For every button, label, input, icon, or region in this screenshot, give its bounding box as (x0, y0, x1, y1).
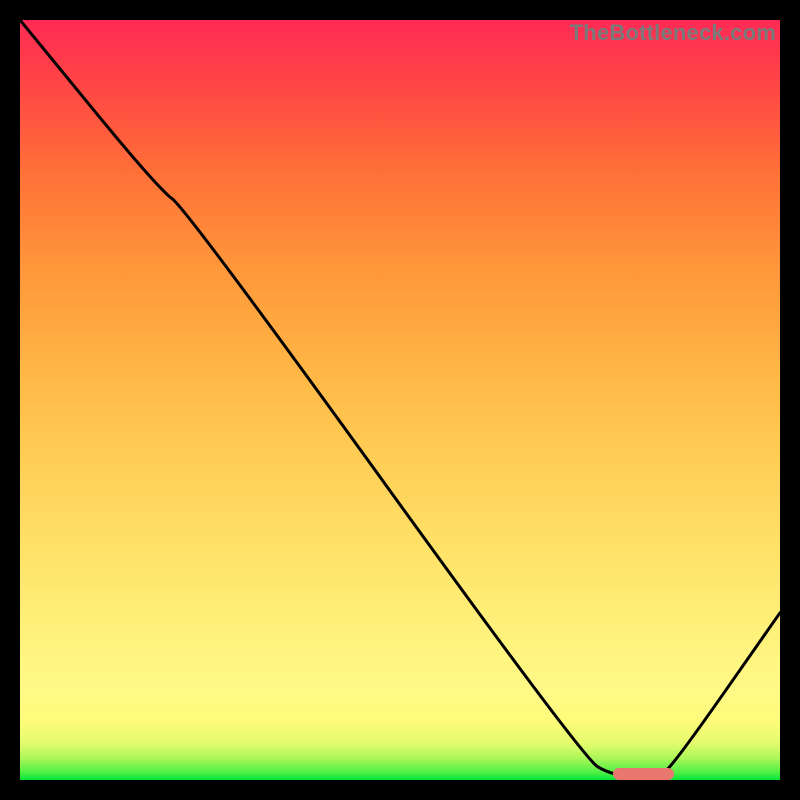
plot-area: TheBottleneck.com (20, 20, 780, 780)
bottleneck-curve (20, 20, 780, 780)
chart-frame: TheBottleneck.com (0, 0, 800, 800)
optimal-marker (613, 768, 674, 780)
